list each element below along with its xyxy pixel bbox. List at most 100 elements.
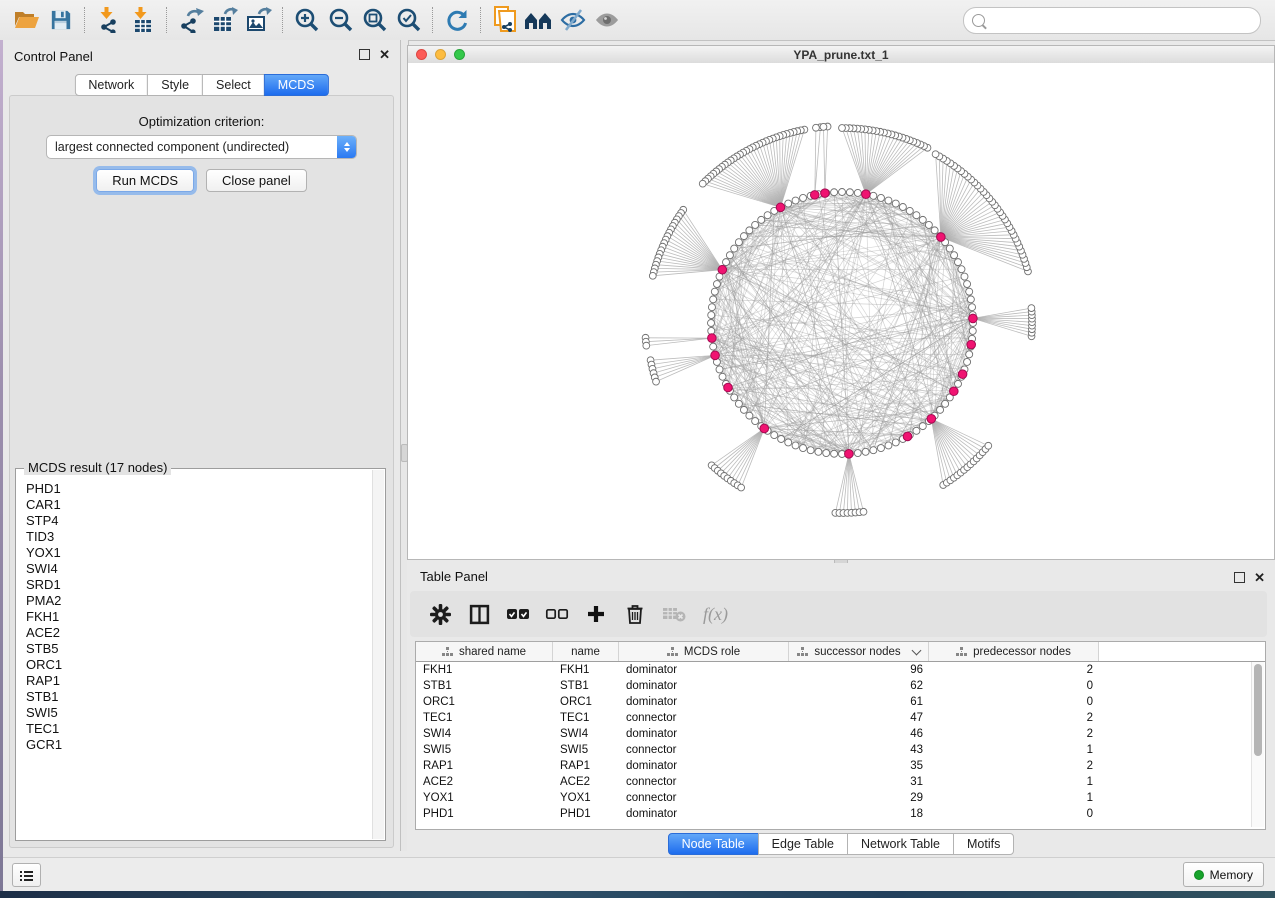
table-cell-mcds_role: connector [619, 792, 789, 804]
mcds-result-item[interactable]: SWI5 [26, 705, 372, 721]
maximize-window-icon[interactable] [454, 49, 465, 60]
mcds-result-item[interactable]: STB5 [26, 641, 372, 657]
table-cell-mcds_role: dominator [619, 680, 789, 692]
open-file-icon[interactable] [10, 4, 44, 36]
zoom-out-icon[interactable] [324, 4, 358, 36]
table-cell-successor_nodes: 35 [789, 760, 929, 772]
import-network-icon[interactable] [92, 4, 126, 36]
mcds-result-item[interactable]: SWI4 [26, 561, 372, 577]
mcds-result-item[interactable]: SRD1 [26, 577, 372, 593]
mcds-result-item[interactable]: TEC1 [26, 721, 372, 737]
table-cell-name: ACE2 [553, 776, 619, 788]
minimize-window-icon[interactable] [435, 49, 446, 60]
close-panel-icon[interactable]: ✕ [379, 50, 390, 59]
mcds-result-item[interactable]: FKH1 [26, 609, 372, 625]
clone-network-icon[interactable] [488, 4, 522, 36]
zoom-in-icon[interactable] [290, 4, 324, 36]
column-header-successor-nodes[interactable]: successor nodes [789, 642, 929, 661]
table-panel-title: Table Panel [420, 569, 488, 584]
select-all-columns-icon[interactable] [506, 602, 530, 626]
tab-select[interactable]: Select [202, 74, 265, 96]
float-panel-icon[interactable] [359, 49, 370, 60]
toolbar-separator [166, 7, 168, 33]
close-panel-button[interactable]: Close panel [206, 169, 307, 192]
first-neighbors-icon[interactable] [522, 4, 556, 36]
export-table-icon[interactable] [208, 4, 242, 36]
column-header-MCDS-role[interactable]: MCDS role [619, 642, 789, 661]
table-row[interactable]: FKH1FKH1dominator962 [416, 662, 1265, 678]
memory-button[interactable]: Memory [1183, 862, 1264, 887]
export-image-icon[interactable] [242, 4, 276, 36]
apply-layout-icon[interactable] [440, 4, 474, 36]
tab-motifs[interactable]: Motifs [953, 833, 1014, 855]
tab-node-table[interactable]: Node Table [668, 833, 759, 855]
table-row[interactable]: TEC1TEC1connector472 [416, 710, 1265, 726]
show-all-icon[interactable] [590, 4, 624, 36]
table-cell-shared_name: SWI4 [416, 728, 553, 740]
column-header-label: successor nodes [814, 646, 900, 658]
delete-columns-icon[interactable] [623, 602, 647, 626]
table-panel-tabs: Node TableEdge TableNetwork TableMotifs [668, 833, 1015, 855]
table-row[interactable]: RAP1RAP1dominator352 [416, 758, 1265, 774]
table-cell-successor_nodes: 29 [789, 792, 929, 804]
close-panel-icon[interactable]: ✕ [1254, 573, 1265, 582]
main-toolbar [0, 0, 1275, 41]
tab-edge-table[interactable]: Edge Table [758, 833, 848, 855]
mcds-result-item[interactable]: PMA2 [26, 593, 372, 609]
network-window-titlebar[interactable]: YPA_prune.txt_1 [408, 46, 1274, 64]
column-header-name[interactable]: name [553, 642, 619, 661]
column-header-predecessor-nodes[interactable]: predecessor nodes [929, 642, 1099, 661]
desktop-wallpaper-edge [0, 40, 3, 891]
network-canvas[interactable] [408, 63, 1274, 559]
table-scrollbar-thumb[interactable] [1254, 664, 1262, 756]
table-row[interactable]: YOX1YOX1connector291 [416, 790, 1265, 806]
run-mcds-button[interactable]: Run MCDS [96, 169, 194, 192]
table-scrollbar[interactable] [1251, 662, 1264, 827]
table-row[interactable]: SWI5SWI5connector431 [416, 742, 1265, 758]
add-column-icon[interactable] [584, 602, 608, 626]
show-columns-icon[interactable] [467, 602, 491, 626]
mcds-list-scrollbar[interactable] [372, 470, 384, 839]
table-row[interactable]: ORC1ORC1dominator610 [416, 694, 1265, 710]
tab-style[interactable]: Style [147, 74, 203, 96]
mcds-result-item[interactable]: STB1 [26, 689, 372, 705]
mcds-result-item[interactable]: PHD1 [26, 481, 372, 497]
table-cell-shared_name: YOX1 [416, 792, 553, 804]
hide-selected-icon[interactable] [556, 4, 590, 36]
table-options-icon[interactable] [428, 602, 452, 626]
mcds-result-item[interactable]: YOX1 [26, 545, 372, 561]
table-row[interactable]: PHD1PHD1dominator180 [416, 806, 1265, 822]
task-history-button[interactable] [12, 863, 41, 887]
search-input[interactable] [991, 13, 1260, 29]
zoom-selected-icon[interactable] [392, 4, 426, 36]
tab-network-table[interactable]: Network Table [847, 833, 954, 855]
mcds-result-item[interactable]: CAR1 [26, 497, 372, 513]
table-cell-predecessor_nodes: 0 [929, 808, 1099, 820]
table-row[interactable]: ACE2ACE2connector311 [416, 774, 1265, 790]
tab-network[interactable]: Network [74, 74, 148, 96]
table-cell-successor_nodes: 47 [789, 712, 929, 724]
zoom-fit-icon[interactable] [358, 4, 392, 36]
float-panel-icon[interactable] [1234, 572, 1245, 583]
mcds-result-item[interactable]: GCR1 [26, 737, 372, 753]
criterion-dropdown-value: largest connected component (undirected) [47, 140, 337, 154]
import-table-icon[interactable] [126, 4, 160, 36]
mcds-result-item[interactable]: ACE2 [26, 625, 372, 641]
save-session-icon[interactable] [44, 4, 78, 36]
export-network-icon[interactable] [174, 4, 208, 36]
table-row[interactable]: SWI4SWI4dominator462 [416, 726, 1265, 742]
table-row[interactable]: STB1STB1dominator620 [416, 678, 1265, 694]
control-panel: Control Panel ✕ NetworkStyleSelectMCDS O… [3, 40, 400, 851]
unselect-all-columns-icon[interactable] [545, 602, 569, 626]
tab-mcds[interactable]: MCDS [264, 74, 329, 96]
mcds-result-item[interactable]: STP4 [26, 513, 372, 529]
mcds-result-item[interactable]: RAP1 [26, 673, 372, 689]
close-window-icon[interactable] [416, 49, 427, 60]
table-cell-mcds_role: dominator [619, 664, 789, 676]
search-box[interactable] [963, 7, 1261, 34]
dropdown-stepper-icon [337, 136, 356, 158]
column-header-shared-name[interactable]: shared name [416, 642, 553, 661]
mcds-result-item[interactable]: ORC1 [26, 657, 372, 673]
criterion-dropdown[interactable]: largest connected component (undirected) [46, 135, 357, 159]
mcds-result-item[interactable]: TID3 [26, 529, 372, 545]
